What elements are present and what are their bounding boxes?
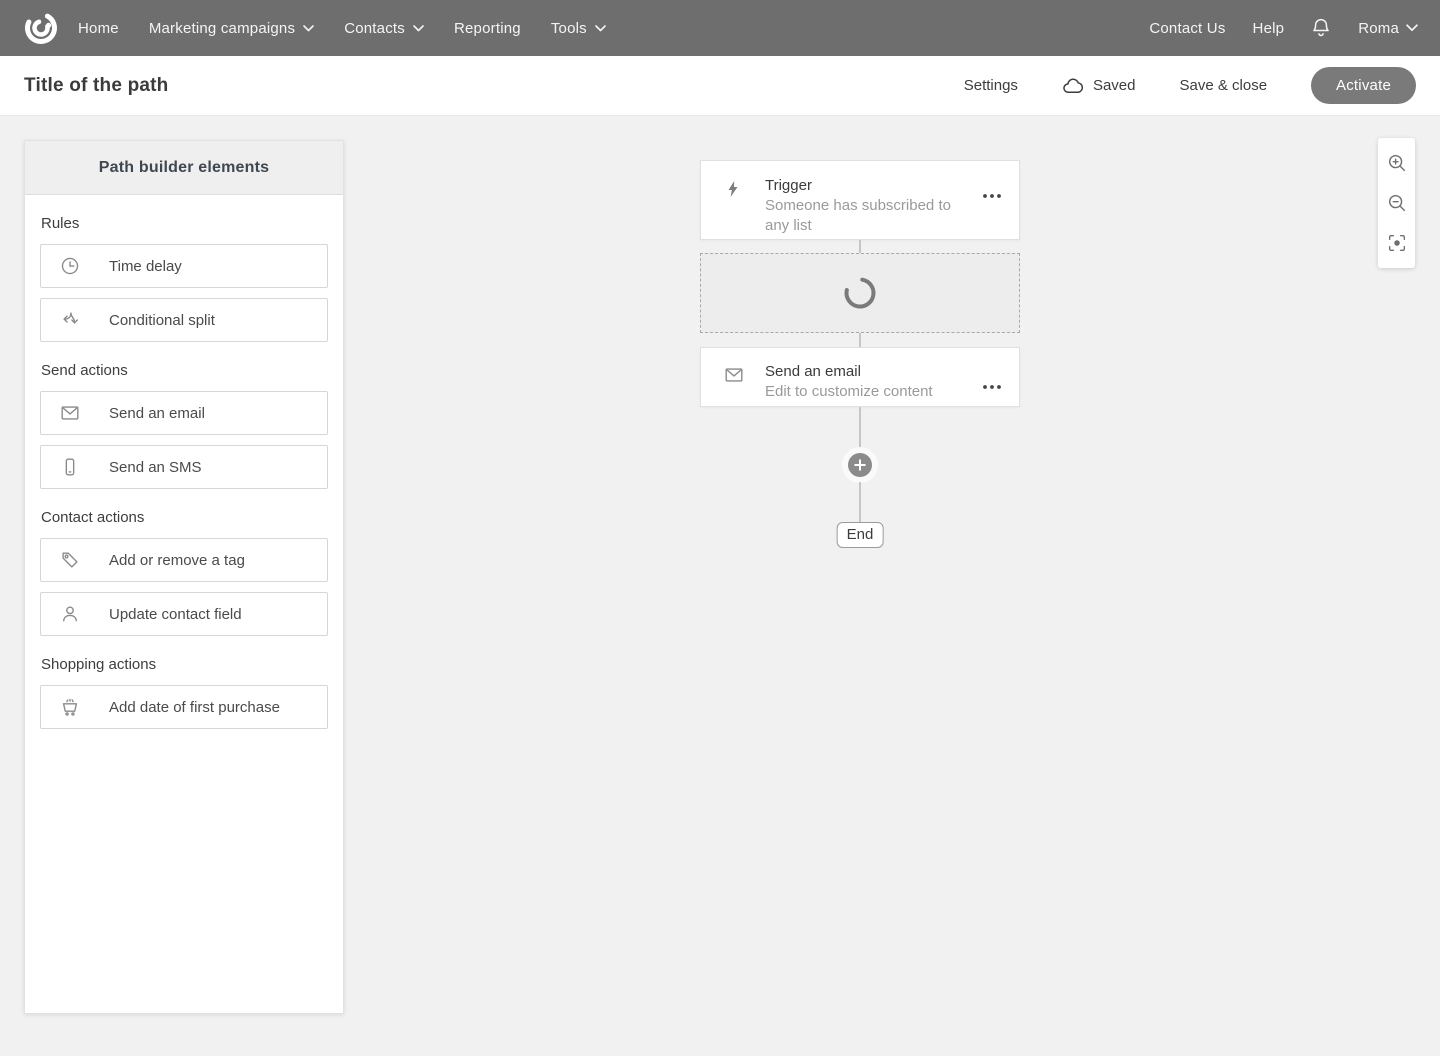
sidebar-item-conditional-split[interactable]: Conditional split [40, 298, 328, 342]
sidebar-item-label: Add date of first purchase [109, 699, 280, 716]
node-menu-button[interactable] [981, 372, 1003, 398]
trigger-node-text: Trigger Someone has subscribed to any li… [765, 176, 977, 239]
clock-icon [58, 255, 82, 277]
node-subtitle: Someone has subscribed to any list [765, 196, 977, 236]
node-title: Send an email [765, 362, 977, 382]
ellipsis-icon [983, 385, 1001, 389]
nav-marketing-campaigns-label: Marketing campaigns [149, 20, 295, 37]
phone-icon [58, 456, 82, 478]
trigger-node[interactable]: Trigger Someone has subscribed to any li… [700, 160, 1020, 240]
node-title: Trigger [765, 176, 977, 196]
sidebar-item-time-delay[interactable]: Time delay [40, 244, 328, 288]
sidebar-item-label: Send an email [109, 405, 205, 422]
sidebar-item-add-remove-tag[interactable]: Add or remove a tag [40, 538, 328, 582]
nav-marketing-campaigns[interactable]: Marketing campaigns [149, 20, 314, 37]
add-step-button[interactable] [848, 453, 872, 477]
path-builder-canvas[interactable]: Path builder elements Rules Time delay [0, 116, 1440, 1056]
focus-center-icon [1386, 232, 1408, 254]
primary-nav: Home Marketing campaigns Contacts Report… [78, 20, 606, 37]
zoom-out-icon [1386, 192, 1408, 214]
fit-view-button[interactable] [1378, 223, 1415, 263]
zoom-controls [1378, 138, 1415, 268]
cloud-icon [1062, 78, 1084, 94]
save-and-close-button[interactable]: Save & close [1179, 77, 1267, 94]
section-label-send-actions: Send actions [41, 362, 327, 379]
add-step-halo [842, 447, 878, 483]
nav-tools-label: Tools [551, 20, 587, 37]
toolbar-actions: Settings Saved Save & close Activate [964, 67, 1416, 104]
user-menu[interactable]: Roma [1358, 20, 1418, 37]
person-icon [58, 603, 82, 625]
loading-node-placeholder [700, 253, 1020, 333]
nav-home-label: Home [78, 20, 119, 37]
nav-reporting[interactable]: Reporting [454, 20, 521, 37]
sidebar-item-update-contact-field[interactable]: Update contact field [40, 592, 328, 636]
cart-icon [58, 696, 82, 718]
email-icon [58, 402, 82, 424]
saved-indicator: Saved [1062, 77, 1136, 94]
tag-icon [58, 549, 82, 571]
sidebar-item-add-date-first-purchase[interactable]: Add date of first purchase [40, 685, 328, 729]
connector-line [859, 333, 861, 347]
settings-button[interactable]: Settings [964, 77, 1018, 94]
node-menu-button[interactable] [981, 181, 1003, 207]
nav-home[interactable]: Home [78, 20, 119, 37]
connector-line [859, 240, 861, 253]
activate-button[interactable]: Activate [1311, 67, 1416, 104]
nav-help-label: Help [1253, 20, 1285, 37]
chevron-down-icon [595, 25, 606, 32]
zoom-in-icon [1386, 152, 1408, 174]
app-logo-icon[interactable] [22, 9, 60, 47]
email-node-text: Send an email Edit to customize content [765, 362, 977, 406]
sidebar-item-label: Send an SMS [109, 459, 202, 476]
email-icon [723, 362, 745, 406]
user-name: Roma [1358, 20, 1399, 37]
lightning-icon [723, 176, 745, 239]
plus-icon [854, 459, 866, 471]
section-label-shopping-actions: Shopping actions [41, 656, 327, 673]
nav-contact-us[interactable]: Contact Us [1149, 20, 1225, 37]
nav-contact-us-label: Contact Us [1149, 20, 1225, 37]
nav-reporting-label: Reporting [454, 20, 521, 37]
zoom-in-button[interactable] [1378, 143, 1415, 183]
connector-line [859, 482, 861, 524]
sidebar-item-send-sms[interactable]: Send an SMS [40, 445, 328, 489]
secondary-nav: Contact Us Help Roma [1149, 17, 1418, 39]
chevron-down-icon [1406, 24, 1418, 32]
split-icon [58, 309, 82, 331]
sidebar-item-label: Time delay [109, 258, 182, 275]
page-title: Title of the path [24, 75, 169, 97]
notifications-button[interactable] [1311, 17, 1331, 39]
top-navigation: Home Marketing campaigns Contacts Report… [0, 0, 1440, 56]
section-label-contact-actions: Contact actions [41, 509, 327, 526]
chevron-down-icon [303, 25, 314, 32]
path-builder-elements-panel: Path builder elements Rules Time delay [24, 140, 344, 1014]
ellipsis-icon [983, 194, 1001, 198]
saved-label: Saved [1093, 77, 1136, 94]
send-email-node[interactable]: Send an email Edit to customize content [700, 347, 1020, 407]
panel-body: Rules Time delay C [25, 195, 343, 729]
connector-line [859, 407, 861, 449]
sidebar-item-send-email[interactable]: Send an email [40, 391, 328, 435]
nav-tools[interactable]: Tools [551, 20, 606, 37]
node-subtitle: Edit to customize content [765, 382, 977, 402]
nav-contacts[interactable]: Contacts [344, 20, 424, 37]
section-label-rules: Rules [41, 215, 327, 232]
nav-help[interactable]: Help [1253, 20, 1285, 37]
sidebar-item-label: Update contact field [109, 606, 242, 623]
zoom-out-button[interactable] [1378, 183, 1415, 223]
spinner-icon [841, 274, 879, 312]
end-node: End [837, 522, 884, 548]
panel-header: Path builder elements [25, 141, 343, 195]
chevron-down-icon [413, 25, 424, 32]
sidebar-item-label: Conditional split [109, 312, 215, 329]
path-toolbar: Title of the path Settings Saved Save & … [0, 56, 1440, 116]
nav-contacts-label: Contacts [344, 20, 405, 37]
sidebar-item-label: Add or remove a tag [109, 552, 245, 569]
bell-icon [1311, 17, 1331, 39]
